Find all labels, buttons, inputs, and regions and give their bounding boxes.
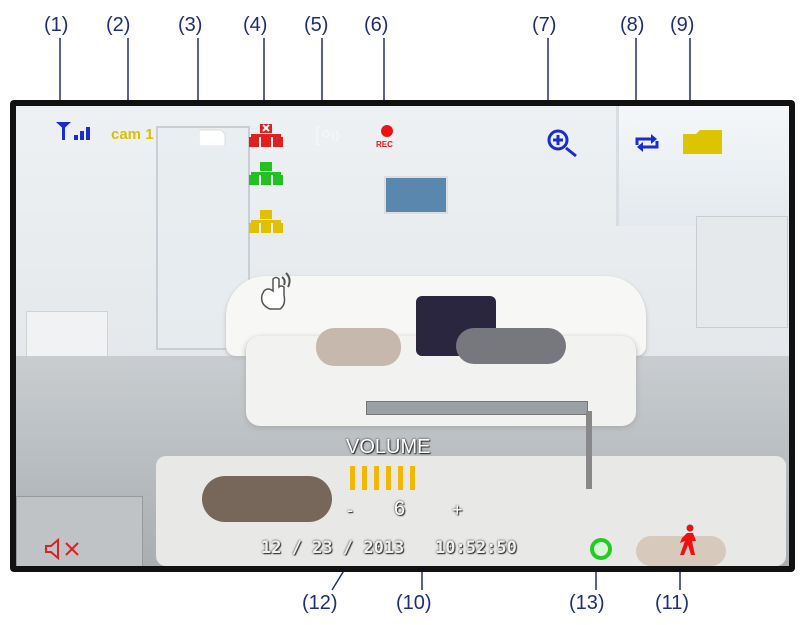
folder-icon[interactable] [682, 128, 724, 156]
volume-bar-segment [350, 466, 355, 490]
callout-13: (13) [569, 592, 605, 614]
window [616, 106, 789, 226]
push-to-talk-icon[interactable] [256, 271, 296, 313]
zoom-in-icon[interactable] [544, 128, 584, 160]
network-connected-icon [249, 162, 283, 185]
cushion-grey [456, 328, 566, 364]
auto-cycle-icon[interactable] [633, 131, 661, 155]
camera-label: cam 1 [111, 126, 154, 143]
live-camera-feed[interactable]: cam 1 REC VOLUME - 6 + 12 / 23 / 2013 10… [16, 106, 789, 566]
floor-pillow [202, 476, 332, 522]
volume-bar-segment [362, 466, 367, 490]
volume-bar-segment [398, 466, 403, 490]
callout-11: (11) [655, 592, 690, 614]
signal-strength-icon [56, 122, 90, 140]
talk-icon [316, 126, 339, 146]
volume-bar-segment [374, 466, 379, 490]
volume-bar-segment [386, 466, 391, 490]
callout-10: (10) [396, 592, 432, 614]
cushion-beige [316, 328, 401, 366]
side-table [26, 311, 108, 361]
sd-card-icon [199, 129, 226, 146]
rec-label: REC [376, 140, 393, 149]
network-disconnected-icon [249, 124, 283, 147]
volume-minus-button[interactable]: - [347, 500, 353, 521]
coffee-table-leg [586, 411, 592, 489]
camera-view-frame: cam 1 REC VOLUME - 6 + 12 / 23 / 2013 10… [10, 100, 795, 572]
wall-picture [384, 176, 448, 214]
callout-12: (12) [302, 592, 338, 614]
volume-level-bar [350, 466, 430, 492]
network-standby-icon [249, 210, 283, 233]
volume-bar-segment [410, 466, 415, 490]
volume-value: 6 [394, 498, 406, 520]
status-indicator-icon [590, 538, 612, 560]
date-time-display: 12 / 23 / 2013 10:52:50 [261, 538, 517, 558]
speaker-mute-icon[interactable] [44, 538, 84, 560]
volume-title: VOLUME [346, 436, 431, 458]
record-icon [381, 125, 393, 137]
coffee-table [366, 401, 588, 415]
volume-plus-button[interactable]: + [452, 500, 463, 521]
cabinet [696, 216, 788, 328]
motion-detect-icon [680, 524, 696, 555]
